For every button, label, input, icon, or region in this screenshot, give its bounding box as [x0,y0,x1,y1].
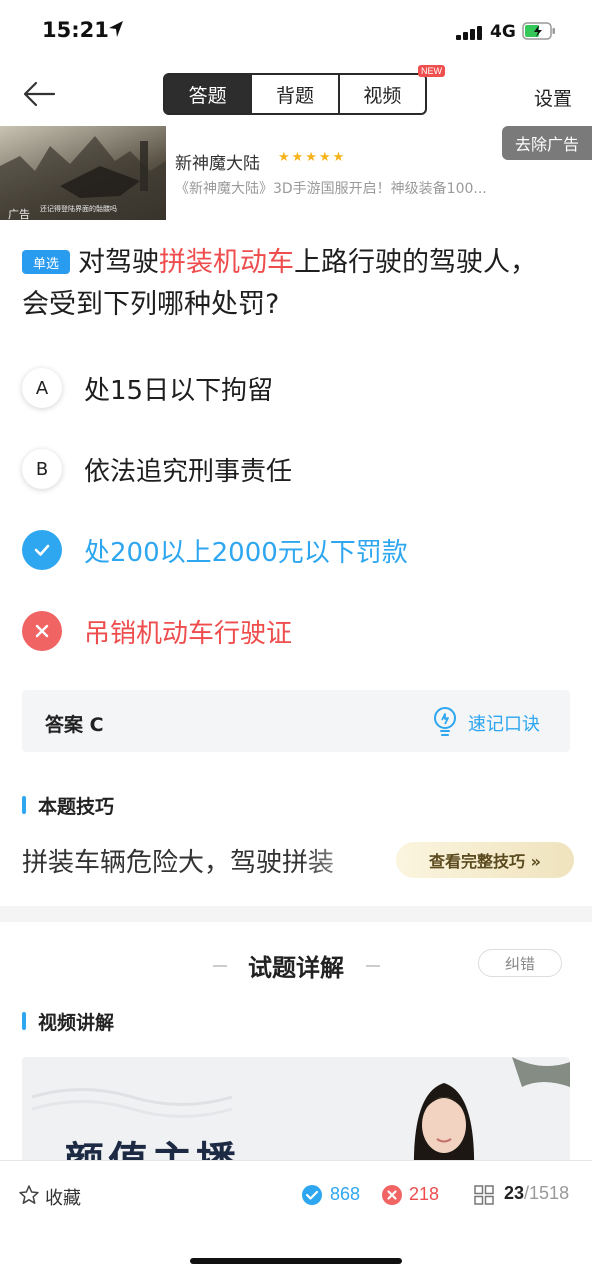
option-b[interactable]: B 依法追究刑事责任 [22,447,562,491]
question-grid-icon[interactable] [474,1185,494,1205]
wrong-count-icon [382,1185,402,1205]
tab-memorize[interactable]: 背题 [250,75,337,113]
memory-tip-link[interactable]: 速记口诀 [468,710,540,736]
option-d[interactable]: 吊销机动车行驶证 [22,609,562,653]
answer-label: 答案 C [45,714,104,736]
tab-answer[interactable]: 答题 [165,75,251,113]
ad-tag: 广告 [8,208,30,220]
tab-memorize-label: 背题 [275,84,314,107]
tab-video[interactable]: 视频 NEW [337,65,445,113]
ad-image[interactable]: 广告 还记得登陆界面的骷髅吗 [0,126,166,220]
cross-icon [22,611,62,651]
favorite-button[interactable]: 收藏 [45,1184,81,1210]
battery-icon [522,22,555,40]
question-progress[interactable]: 23/1518 [504,1183,569,1204]
ad-image-caption: 还记得登陆界面的骷髅吗 [40,205,117,213]
view-full-skill-button[interactable]: 查看完整技巧 » [396,842,574,878]
question-highlight: 拼装机动车 [159,247,294,278]
option-a-letter: A [22,368,62,408]
total-questions: /1518 [524,1183,570,1203]
correct-count-icon [302,1185,322,1205]
option-b-letter: B [22,449,62,489]
status-time: 15:21 [42,18,109,42]
network-type: 4G [490,22,516,42]
option-c-text: 处200以上2000元以下罚款 [84,537,408,568]
back-arrow-icon[interactable] [22,80,56,108]
section-divider [0,906,592,922]
option-b-text: 依法追究刑事责任 [84,456,293,487]
skill-section-title: 本题技巧 [38,796,115,818]
wrong-count: 218 [409,1184,440,1204]
new-badge: NEW [417,65,445,77]
title-dash-right [366,965,380,967]
option-c[interactable]: 处200以上2000元以下罚款 [22,528,562,572]
star-icon[interactable] [18,1184,40,1206]
question-text: 对驾驶拼装机动车上路行驶的驾驶人，会受到下列哪种处罚? [22,242,562,326]
presenter-avatar [413,1083,475,1167]
report-error-button[interactable]: 纠错 [478,949,562,977]
skill-fade [300,838,400,884]
video-thumbnail[interactable]: 颜值主播 [22,1057,570,1167]
location-arrow-icon [109,21,123,37]
ad-title[interactable]: 新神魔大陆 [175,149,260,174]
correct-count: 868 [330,1184,361,1204]
question-text-before: 对驾驶 [78,247,159,278]
section-marker [22,796,26,814]
tab-answer-label: 答题 [188,84,227,107]
tab-video-label: 视频 [363,84,402,107]
section-marker [22,1012,26,1030]
home-indicator[interactable] [190,1258,402,1264]
remove-ad-button[interactable]: 去除广告 [502,126,592,160]
question-type-badge: 单选 [22,250,70,274]
rating-stars: ★★★★★ [278,150,347,165]
current-question: 23 [504,1183,525,1203]
settings-button[interactable]: 设置 [534,84,572,111]
option-d-text: 吊销机动车行驶证 [84,618,293,649]
signal-icon [456,26,484,40]
video-section-title: 视频讲解 [38,1012,115,1034]
lightbulb-icon[interactable] [432,706,458,738]
ad-description[interactable]: 《新神魔大陆》3D手游国服开启！神级装备100... [175,178,555,198]
option-a-text: 处15日以下拘留 [84,375,274,406]
mode-tabs: 答题 背题 视频 NEW [163,65,445,115]
check-icon [22,530,62,570]
option-a[interactable]: A 处15日以下拘留 [22,366,562,410]
